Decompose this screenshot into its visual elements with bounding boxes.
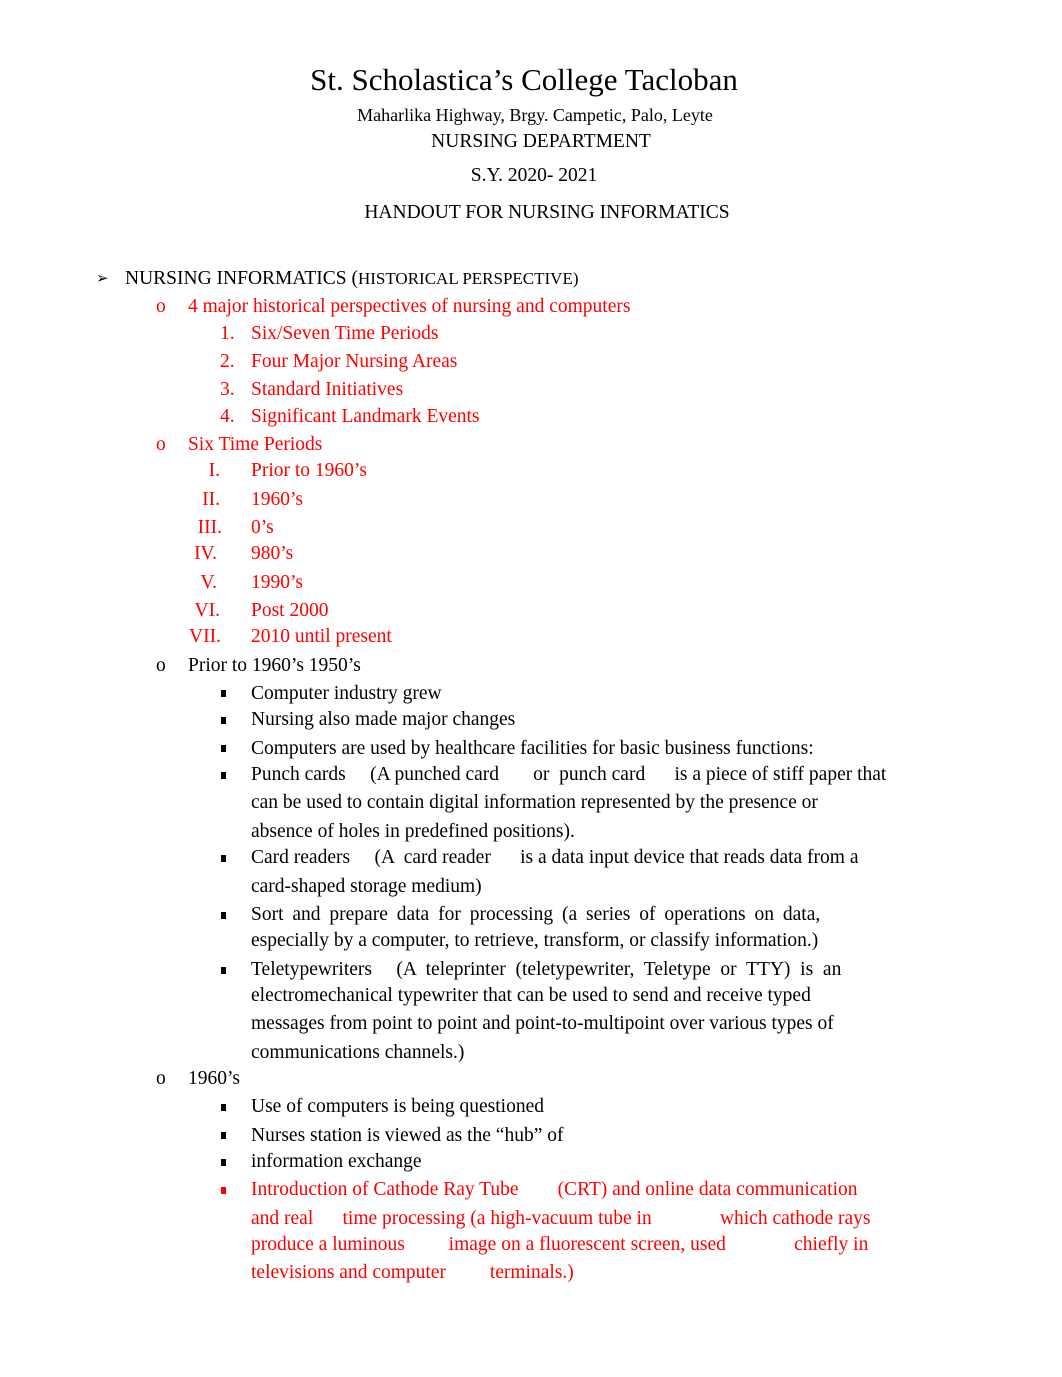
list-item: Nurses station is viewed as the “hub” of [251, 1125, 564, 1146]
group-label: 4 major historical perspectives of nursi… [188, 296, 631, 317]
college-address: Maharlika Highway, Brgy. Campetic, Palo,… [357, 105, 713, 125]
roman-numeral: V. [200, 572, 217, 593]
school-year: S.Y. 2020- 2021 [470, 165, 598, 186]
list-item-line: Introduction of Cathode Ray Tube (CRT) a… [251, 1179, 858, 1200]
list-item-line: card-shaped storage medium) [251, 876, 482, 897]
square-bullet-icon [221, 855, 226, 862]
square-bullet-icon [221, 1187, 226, 1194]
square-bullet-icon [221, 1132, 226, 1139]
roman-numeral: II. [202, 489, 220, 510]
list-item: Computer industry grew [251, 683, 442, 704]
college-title: St. Scholastica’s College Tacloban [310, 62, 738, 97]
list-number: 2. [220, 351, 235, 372]
list-number: 1. [220, 323, 235, 344]
list-item-line: especially by a computer, to retrieve, t… [251, 930, 819, 951]
section-heading-main: NURSING INFORMATICS ( [125, 268, 358, 289]
roman-numeral: III. [197, 517, 222, 538]
list-number: 3. [220, 379, 235, 400]
list-item: 2010 until present [251, 626, 392, 647]
list-item: Significant Landmark Events [251, 406, 480, 427]
square-bullet-icon [221, 772, 226, 779]
document-page: St. Scholastica’s College Tacloban Mahar… [0, 0, 1062, 1377]
list-item-line: Card readers (A card reader is a data in… [251, 847, 859, 868]
circle-bullet-icon: o [156, 296, 166, 317]
list-item: information exchange [251, 1151, 422, 1172]
list-item: 980’s [251, 543, 294, 564]
list-item-line: absence of holes in predefined positions… [251, 821, 575, 842]
list-item-line: can be used to contain digital informati… [251, 792, 818, 813]
square-bullet-icon [221, 717, 226, 724]
roman-numeral: VI. [194, 600, 220, 621]
list-item: Post 2000 [251, 600, 329, 621]
group-label: Six Time Periods [188, 434, 323, 455]
group-label: 1960’s [188, 1068, 241, 1089]
list-number: 4. [220, 406, 235, 427]
roman-numeral: IV. [194, 543, 217, 564]
list-item: Four Major Nursing Areas [251, 351, 458, 372]
list-item: 1960’s [251, 489, 304, 510]
list-item-line: Teletypewriters (A teleprinter (teletype… [251, 959, 842, 980]
list-item-line: electromechanical typewriter that can be… [251, 985, 811, 1006]
square-bullet-icon [221, 745, 226, 752]
list-item-line: Punch cards (A punched card or punch car… [251, 764, 887, 785]
square-bullet-icon [221, 1159, 226, 1166]
list-item: 0’s [251, 517, 274, 538]
list-item: Six/Seven Time Periods [251, 323, 439, 344]
square-bullet-icon [221, 1104, 226, 1111]
section-heading: NURSING INFORMATICS (HISTORICAL PERSPECT… [125, 267, 579, 291]
department-name: NURSING DEPARTMENT [431, 131, 651, 152]
handout-title: HANDOUT FOR NURSING INFORMATICS [364, 202, 730, 223]
list-item-line: produce a luminous image on a fluorescen… [251, 1234, 869, 1255]
list-item: Use of computers is being questioned [251, 1096, 544, 1117]
list-item: Prior to 1960’s [251, 460, 367, 481]
circle-bullet-icon: o [156, 1068, 166, 1089]
square-bullet-icon [221, 690, 226, 697]
list-item: Nursing also made major changes [251, 709, 516, 730]
square-bullet-icon [221, 912, 226, 919]
section-heading-sub: HISTORICAL PERSPECTIVE) [357, 269, 579, 288]
list-item: Standard Initiatives [251, 379, 404, 400]
roman-numeral: I. [208, 460, 220, 481]
list-item: Computers are used by healthcare facilit… [251, 738, 814, 759]
arrowhead-bullet-icon: ➢ [96, 271, 109, 287]
roman-numeral: VII. [189, 626, 221, 647]
list-item-line: Sort and prepare data for processing (a … [251, 904, 821, 925]
group-label: Prior to 1960’s 1950’s [188, 655, 361, 676]
list-item-line: communications channels.) [251, 1042, 465, 1063]
circle-bullet-icon: o [156, 434, 166, 455]
circle-bullet-icon: o [156, 655, 166, 676]
list-item-line: and real time processing (a high-vacuum … [251, 1208, 871, 1229]
square-bullet-icon [221, 967, 226, 974]
list-item-line: messages from point to point and point-t… [251, 1013, 834, 1034]
list-item: 1990’s [251, 572, 304, 593]
list-item-line: televisions and computer terminals.) [251, 1262, 574, 1283]
